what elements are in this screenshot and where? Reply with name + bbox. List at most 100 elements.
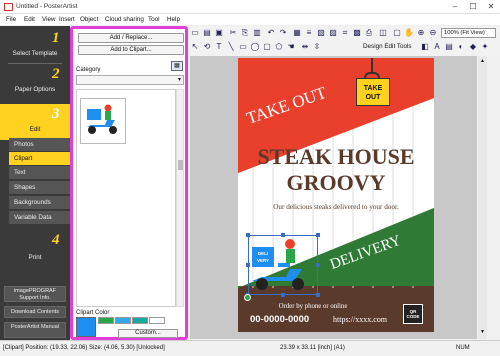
text-tool-icon[interactable]: T [214, 42, 224, 52]
scroll-down-icon[interactable]: ▼ [479, 329, 486, 337]
menu-object[interactable]: Object [80, 16, 98, 23]
menu-file[interactable]: File [6, 16, 16, 23]
distribute-tool-icon[interactable]: ⇳ [312, 42, 322, 52]
vertical-scrollbar[interactable]: ▲ ▼ [478, 56, 487, 339]
zoom-select[interactable]: 100% (Fit View) [441, 28, 496, 38]
layout-tool-icon[interactable]: ▤ [444, 42, 454, 52]
edit-item-text[interactable]: Text [9, 166, 70, 179]
color-tool-icon[interactable]: ◧ [420, 42, 430, 52]
print-icon[interactable]: ⎙ [364, 28, 374, 38]
manual-button[interactable]: PosterArtist Manual [4, 322, 66, 338]
color-swatch[interactable] [98, 317, 114, 324]
add-replace-button[interactable]: Add / Replace... [78, 33, 184, 43]
poster-title-line-1[interactable]: STEAK HOUSE [238, 144, 434, 170]
redo-icon[interactable]: ↷ [278, 28, 288, 38]
phone-number[interactable]: 00-0000-0000 [250, 314, 309, 325]
minimize-icon[interactable]: – [446, 0, 464, 14]
rectangle-tool-icon[interactable]: ▭ [238, 42, 248, 52]
menu-view[interactable]: View [42, 16, 56, 23]
edit-item-backgrounds[interactable]: Backgrounds [9, 196, 70, 209]
order-text[interactable]: Order by phone or online [238, 303, 388, 310]
poster-title-line-2[interactable]: GROOVY [238, 170, 434, 196]
step-select-template[interactable]: 1 Select Template [0, 28, 70, 62]
poster-subtitle[interactable]: Our delicious steaks delivered to your d… [238, 203, 434, 211]
qr-code-placeholder[interactable]: QR CODE [403, 304, 423, 324]
undo-icon[interactable]: ↶ [266, 28, 276, 38]
color-swatch[interactable] [132, 317, 148, 324]
resize-handle[interactable] [246, 233, 250, 237]
step-paper-options[interactable]: 2 Paper Options [0, 66, 70, 100]
menu-edit[interactable]: Edit [24, 16, 35, 23]
current-color-swatch[interactable] [76, 317, 96, 337]
add-to-clipart-button[interactable]: Add to Clipart... [78, 45, 184, 55]
align-tool-icon[interactable]: ⇹ [300, 42, 310, 52]
line-tool-icon[interactable]: ╲ [226, 42, 236, 52]
close-icon[interactable]: ✕ [482, 0, 500, 14]
support-info-button[interactable]: imagePROGRAF Support Info. [4, 286, 66, 302]
zoom-out-icon[interactable]: ⊖ [428, 28, 438, 38]
resize-handle[interactable] [316, 233, 320, 237]
clipart-scrollbar[interactable] [176, 89, 184, 307]
menu-cloud-sharing[interactable]: Cloud sharing [105, 16, 144, 23]
arrange-icon[interactable]: ◫ [378, 28, 388, 38]
resize-handle[interactable] [281, 293, 285, 297]
hand-tool-icon[interactable]: ☚ [286, 42, 296, 52]
color-swatch[interactable] [149, 317, 165, 324]
copy-icon[interactable]: ⎘ [240, 28, 250, 38]
download-contents-button[interactable]: Download Contents [4, 306, 66, 318]
badge-line-1: TAKE [363, 85, 383, 92]
effect-tool-icon[interactable]: ✦ [480, 42, 490, 52]
menu-tool[interactable]: Tool [148, 16, 160, 23]
menu-insert[interactable]: Insert [59, 16, 75, 23]
save-icon[interactable]: ▣ [214, 28, 224, 38]
category-select[interactable]: ▾ [76, 75, 184, 85]
poster-canvas[interactable]: TAKE OUT TAKE OUT STEAK HOUSE GROOVY Our… [238, 58, 434, 332]
step-number: 3 [52, 106, 60, 122]
font-tool-icon[interactable]: A [432, 42, 442, 52]
palette-tool-icon[interactable]: ◐ [456, 42, 466, 52]
edit-item-clipart[interactable]: Clipart [9, 152, 70, 165]
color-swatch[interactable] [115, 317, 131, 324]
scroll-up-icon[interactable]: ▲ [479, 58, 486, 66]
resize-handle[interactable] [281, 233, 285, 237]
select-pointer-icon[interactable]: ↖ [190, 42, 200, 52]
maximize-icon[interactable]: ☐ [464, 0, 482, 14]
resize-handle[interactable] [246, 263, 250, 267]
edit-item-photos[interactable]: Photos [9, 138, 70, 151]
rotate-icon[interactable]: ⟲ [202, 42, 212, 52]
scooter-clipart[interactable]: DELI VERY [244, 233, 320, 301]
resize-handle[interactable] [316, 263, 320, 267]
rotate-handle[interactable] [244, 294, 251, 301]
layer-icon[interactable]: ▧ [316, 28, 326, 38]
edit-item-variable-data[interactable]: Variable Data [9, 211, 70, 224]
custom-color-button[interactable]: Custom... [118, 329, 178, 338]
picture-icon[interactable]: ▩ [352, 28, 362, 38]
shape-tool-icon[interactable]: ◆ [468, 42, 478, 52]
ellipse-tool-icon[interactable]: ◯ [250, 42, 260, 52]
step-edit[interactable]: 3 Edit [0, 104, 70, 140]
take-out-badge[interactable]: TAKE OUT [356, 78, 390, 106]
new-icon[interactable]: ▭ [190, 28, 200, 38]
crop-icon[interactable]: ⌗ [340, 28, 350, 38]
website-url[interactable]: https://xxxx.com [333, 315, 387, 324]
cut-icon[interactable]: ✂ [228, 28, 238, 38]
polygon-tool-icon[interactable]: ⬠ [274, 42, 284, 52]
image-icon[interactable]: ▨ [328, 28, 338, 38]
step-print[interactable]: 4 Print [0, 232, 70, 268]
grid-view-icon[interactable]: ▦ [171, 61, 183, 71]
grid-icon[interactable]: ▦ [292, 28, 302, 38]
rounded-rect-tool-icon[interactable]: ▢ [262, 42, 272, 52]
frame-icon[interactable]: ▢ [392, 28, 402, 38]
paste-icon[interactable]: ▥ [252, 28, 262, 38]
scroll-thumb[interactable] [178, 160, 183, 170]
open-icon[interactable]: ▤ [202, 28, 212, 38]
align-icon[interactable]: ≡ [304, 28, 314, 38]
step-label: Select Template [12, 50, 58, 57]
zoom-in-icon[interactable]: ⊕ [416, 28, 426, 38]
step-label: Paper Options [14, 86, 56, 93]
hand-icon[interactable]: ✋ [404, 28, 414, 38]
resize-handle[interactable] [316, 293, 320, 297]
menu-help[interactable]: Help [167, 16, 180, 23]
edit-item-shapes[interactable]: Shapes [9, 181, 70, 194]
clipart-thumbnail-scooter[interactable] [80, 98, 126, 144]
